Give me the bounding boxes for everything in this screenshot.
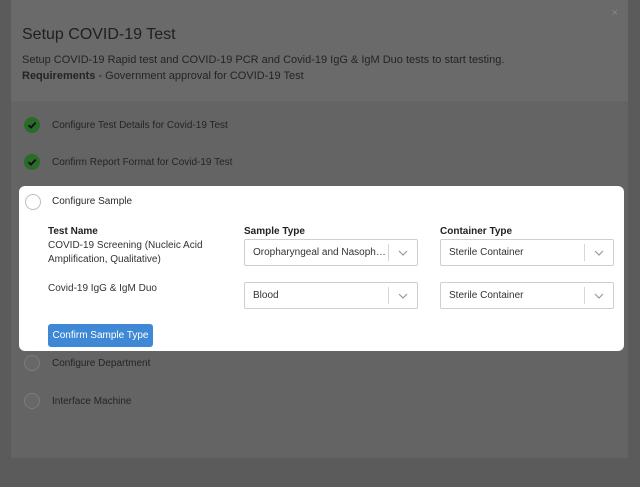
step-label: Confirm Report Format for Covid-19 Test (52, 156, 233, 168)
configure-sample-panel: Configure Sample Test Name Sample Type C… (19, 186, 624, 351)
sample-type-select[interactable]: Blood (244, 282, 418, 309)
step-confirm-report-format[interactable]: Confirm Report Format for Covid-19 Test (24, 152, 232, 172)
modal-subtitle: Setup COVID-19 Rapid test and COVID-19 P… (22, 54, 505, 66)
step-label: Configure Test Details for Covid-19 Test (52, 119, 228, 131)
selected-value: Sterile Container (449, 290, 524, 301)
modal-title: Setup COVID-19 Test (22, 26, 176, 43)
confirm-sample-type-button[interactable]: Confirm Sample Type (48, 324, 153, 347)
test-name: COVID-19 Screening (Nucleic Acid Amplifi… (48, 240, 203, 265)
column-header-test-name: Test Name (48, 226, 98, 237)
step-pending-icon (25, 194, 41, 210)
step-interface-machine[interactable]: Interface Machine (24, 391, 132, 411)
selected-value: Oropharyngeal and Nasopha... (253, 247, 388, 258)
step-pending-icon (24, 393, 40, 409)
chevron-down-icon[interactable] (389, 293, 417, 299)
step-label: Interface Machine (52, 395, 132, 407)
column-header-container-type: Container Type (440, 226, 513, 237)
step-configure-department[interactable]: Configure Department (24, 353, 150, 373)
test-name: Covid-19 IgG & IgM Duo (48, 283, 157, 294)
step-label: Configure Sample (52, 196, 133, 207)
requirements-label: Requirements (22, 70, 96, 82)
chevron-down-icon[interactable] (585, 250, 613, 256)
chevron-down-icon[interactable] (389, 250, 417, 256)
selected-value: Blood (253, 290, 279, 301)
step-configure-test-details[interactable]: Configure Test Details for Covid-19 Test (24, 115, 228, 135)
close-icon[interactable]: × (612, 8, 618, 19)
checkmark-icon (24, 154, 40, 170)
sample-type-select[interactable]: Oropharyngeal and Nasopha... (244, 239, 418, 266)
selected-value: Sterile Container (449, 247, 524, 258)
container-type-select[interactable]: Sterile Container (440, 282, 614, 309)
step-pending-icon (24, 355, 40, 371)
container-type-select[interactable]: Sterile Container (440, 239, 614, 266)
chevron-down-icon[interactable] (585, 293, 613, 299)
modal-header: × Setup COVID-19 Test Setup COVID-19 Rap… (11, 0, 628, 101)
requirements-text: - Government approval for COVID-19 Test (95, 70, 304, 82)
checkmark-icon (24, 117, 40, 133)
step-label: Configure Department (52, 357, 151, 369)
column-header-sample-type: Sample Type (244, 226, 305, 237)
requirements-line: Requirements - Government approval for C… (22, 70, 304, 82)
